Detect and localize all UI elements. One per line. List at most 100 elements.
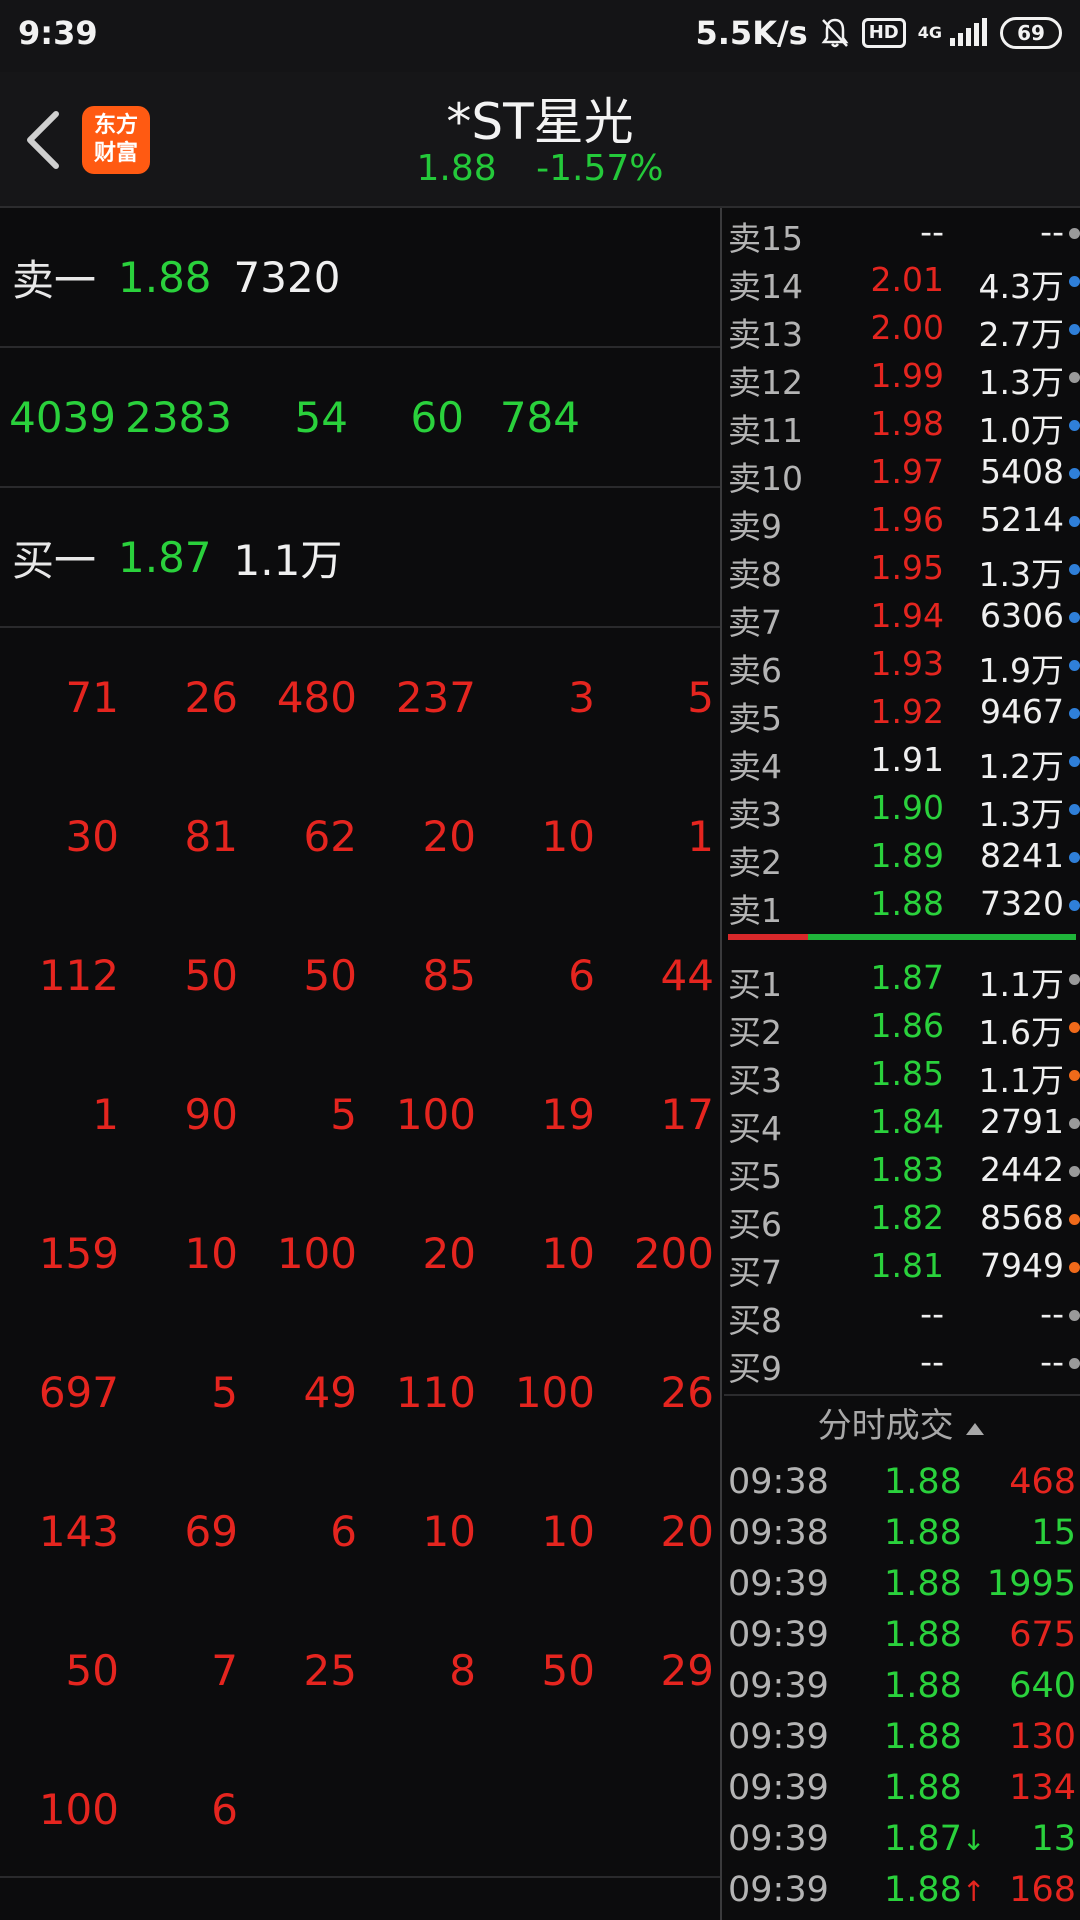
book-volume: 5214 (980, 500, 1064, 539)
buy-queue-cell: 100 (514, 1368, 595, 1417)
buy-queue-cell: 110 (395, 1368, 476, 1417)
divider-line (0, 1876, 720, 1878)
tick-list[interactable]: 09:38 1.88 468 09:38 1.88 15 09:39 1.88 1995 09:3… (724, 1456, 1080, 1915)
buy-queue-cell: 200 (633, 1229, 714, 1278)
buy-queue-cell: 1 (92, 1090, 119, 1139)
sell-book-row[interactable]: 卖7 1.94 6306 (724, 592, 1080, 642)
tick-row: 09:38 1.88 468 (724, 1456, 1080, 1507)
book-volume: 2791 (980, 1102, 1064, 1141)
ticks-title: 分时成交 (817, 1406, 954, 1446)
sell-book-row[interactable]: 卖2 1.89 8241 (724, 832, 1080, 882)
tick-row: 09:39 1.88 675 (724, 1609, 1080, 1660)
sell-book-row[interactable]: 卖6 1.93 1.9万 (724, 640, 1080, 690)
buy-queue-cell: 100 (276, 1229, 357, 1278)
buy-book-row[interactable]: 买1 1.87 1.1万 (724, 954, 1080, 1004)
sell1-price: 1.88 (118, 252, 212, 302)
status-dot-icon (1069, 1358, 1080, 1369)
book-level-label: 卖7 (728, 603, 782, 642)
buy-queue-cell: 6 (211, 1785, 238, 1834)
status-dot-icon (1069, 276, 1080, 287)
price-change: -1.57% (536, 148, 664, 189)
ticks-header[interactable]: 分时成交 (724, 1394, 1080, 1456)
sell-book-row[interactable]: 卖1 1.88 7320 (724, 880, 1080, 930)
sell-book-row[interactable]: 卖15 -- -- (724, 208, 1080, 258)
triangle-up-icon (966, 1423, 985, 1435)
status-dot-icon (1069, 852, 1080, 863)
buy-queue-row: 71 26 480 237 3 5 (0, 628, 720, 767)
tick-row: 09:39 1.88 130 (724, 1711, 1080, 1762)
sell-book-row[interactable]: 卖11 1.98 1.0万 (724, 400, 1080, 450)
sell-book-row[interactable]: 卖9 1.96 5214 (724, 496, 1080, 546)
tick-volume: 1995 (986, 1564, 1076, 1604)
status-dot-icon (1069, 1070, 1080, 1081)
status-dot-icon (1069, 516, 1080, 527)
tick-volume: 468 (1009, 1462, 1076, 1502)
buy-book-row[interactable]: 买2 1.86 1.6万 (724, 1002, 1080, 1052)
book-price: 1.88 (870, 884, 944, 923)
buy-book-row[interactable]: 买6 1.82 8568 (724, 1194, 1080, 1244)
order-book-panel[interactable]: 卖15 -- -- 卖14 2.01 4.3万 卖13 2.00 2.7万 卖12 1.99 1.3万… (724, 208, 1080, 1920)
buy-queue-cell: 10 (541, 1229, 595, 1278)
buy-book-row[interactable]: 买9 -- -- (724, 1338, 1080, 1388)
status-dot-icon (1069, 1166, 1080, 1177)
book-level-label: 买8 (728, 1301, 782, 1340)
buy-book-row[interactable]: 买7 1.81 7949 (724, 1242, 1080, 1292)
buy-book-row[interactable]: 买5 1.83 2442 (724, 1146, 1080, 1196)
buy-queue-row: 697 5 49 110 100 26 (0, 1323, 720, 1462)
buy-book-row[interactable]: 买3 1.85 1.1万 (724, 1050, 1080, 1100)
tick-time: 09:38 (728, 1462, 829, 1502)
buy-queue-cell: 29 (660, 1646, 714, 1695)
tick-row: 09:38 1.88 15 (724, 1507, 1080, 1558)
buy1-label: 买一 (12, 535, 97, 585)
book-volume: 7949 (980, 1246, 1064, 1285)
buy-book: 买1 1.87 1.1万 买2 1.86 1.6万 买3 1.85 1.1万 买4 1.84 2791… (724, 954, 1080, 1388)
buy-queue-cell: 10 (541, 812, 595, 861)
tick-time: 09:39 (728, 1666, 829, 1706)
sell-book-row[interactable]: 卖8 1.95 1.3万 (724, 544, 1080, 594)
buy-book-row[interactable]: 买4 1.84 2791 (724, 1098, 1080, 1148)
book-volume: 5408 (980, 452, 1064, 491)
sell-book-row[interactable]: 卖13 2.00 2.7万 (724, 304, 1080, 354)
book-volume: 1.3万 (978, 363, 1064, 402)
book-price: 2.01 (870, 260, 944, 299)
current-price: 1.88 (416, 148, 497, 189)
book-level-label: 买7 (728, 1253, 782, 1292)
tick-volume: 130 (1009, 1717, 1076, 1757)
sell-book-row[interactable]: 卖10 1.97 5408 (724, 448, 1080, 498)
book-level-label: 买4 (728, 1109, 782, 1148)
tick-price-value: 1.88 (884, 1870, 962, 1910)
tick-volume: 168 (1009, 1870, 1076, 1910)
buy-queue-cell: 26 (184, 673, 238, 722)
buy-queue-cell: 49 (303, 1368, 357, 1417)
sell-book-row[interactable]: 卖14 2.01 4.3万 (724, 256, 1080, 306)
book-volume: 9467 (980, 692, 1064, 731)
sell-book-row[interactable]: 卖12 1.99 1.3万 (724, 352, 1080, 402)
book-volume: -- (1040, 1294, 1064, 1333)
buy-book-row[interactable]: 买8 -- -- (724, 1290, 1080, 1340)
status-dot-icon (1069, 708, 1080, 719)
buy-queue-cell: 237 (395, 673, 476, 722)
book-price: 1.95 (870, 548, 944, 587)
status-dot-icon (1069, 974, 1080, 985)
book-volume: 8568 (980, 1198, 1064, 1237)
battery-level: 69 (1017, 21, 1045, 45)
arrow-down-icon: ↓ (961, 1824, 986, 1857)
book-level-label: 卖3 (728, 795, 782, 834)
buy-queue-cell: 20 (422, 1229, 476, 1278)
tick-time: 09:39 (728, 1870, 829, 1910)
battery-icon: 69 (1000, 17, 1062, 49)
status-dot-icon (1069, 420, 1080, 431)
tick-price: 1.88 (884, 1564, 962, 1604)
status-icons: 5.5K/s HD 4G 69 (696, 14, 1062, 52)
buy1-row: 买一 1.87 1.1万 (0, 488, 720, 628)
spread-sell-bar (728, 934, 808, 940)
sell-book-row[interactable]: 卖4 1.91 1.2万 (724, 736, 1080, 786)
tick-price-value: 1.88 (884, 1462, 962, 1502)
book-level-label: 卖2 (728, 843, 782, 882)
book-volume: 1.6万 (978, 1013, 1064, 1052)
sell-book-row[interactable]: 卖3 1.90 1.3万 (724, 784, 1080, 834)
buy-queue-cell: 10 (184, 1229, 238, 1278)
buy-queue-row: 143 69 6 10 10 20 (0, 1462, 720, 1601)
book-volume: 1.3万 (978, 795, 1064, 834)
sell-book-row[interactable]: 卖5 1.92 9467 (724, 688, 1080, 738)
